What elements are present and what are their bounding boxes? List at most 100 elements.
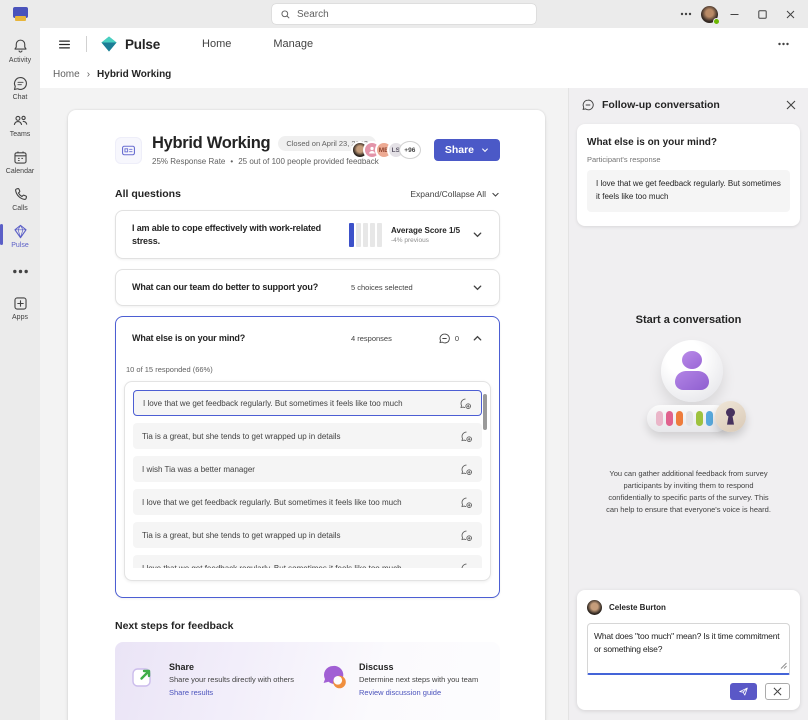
- avatar-overflow-count[interactable]: +96: [399, 141, 421, 159]
- score-bar: [349, 223, 354, 247]
- start-conversation-icon[interactable]: [459, 397, 472, 410]
- sidebar-item-apps[interactable]: Apps: [0, 290, 40, 325]
- breadcrumb-separator: ›: [87, 69, 90, 80]
- header-more-button[interactable]: [777, 42, 790, 46]
- sidebar-item-chat[interactable]: Chat: [0, 70, 40, 105]
- scrollbar-thumb[interactable]: [483, 394, 487, 430]
- resize-handle-icon[interactable]: [780, 662, 787, 669]
- search-box[interactable]: [272, 4, 536, 24]
- breadcrumb-current: Hybrid Working: [97, 69, 171, 80]
- pulse-diamond-icon: [12, 223, 29, 240]
- illustration-figure: [706, 411, 713, 426]
- panel-question: What else is on your mind?: [587, 137, 790, 148]
- sidebar-item-pulse[interactable]: Pulse: [0, 218, 40, 253]
- collapse-question-button[interactable]: [472, 333, 483, 344]
- response-row[interactable]: I love that we get feedback regularly. B…: [133, 390, 482, 416]
- response-row[interactable]: I love that we get feedback regularly. B…: [133, 489, 482, 515]
- message-input[interactable]: What does "too much" mean? Is it time co…: [587, 623, 790, 675]
- participant-response-text: I love that we get feedback regularly. B…: [587, 170, 790, 212]
- question-card-support[interactable]: What can our team do better to support y…: [115, 269, 500, 306]
- more-dots-icon: [680, 12, 692, 16]
- maximize-icon: [758, 10, 767, 19]
- tab-manage[interactable]: Manage: [273, 38, 313, 50]
- response-row[interactable]: I love that we get feedback regularly. B…: [133, 555, 482, 568]
- close-button[interactable]: [778, 2, 802, 26]
- maximize-button[interactable]: [750, 2, 774, 26]
- sidebar-item-label: Activity: [9, 57, 31, 64]
- sidebar-item-label: Apps: [12, 314, 28, 321]
- sidebar-item-calls[interactable]: Calls: [0, 181, 40, 216]
- start-conversation-icon[interactable]: [460, 562, 473, 569]
- question-header[interactable]: What else is on your mind? 4 responses 0: [116, 317, 499, 359]
- question-text: I am able to cope effectively with work-…: [132, 222, 337, 247]
- share-results-link[interactable]: Share results: [169, 688, 319, 697]
- panel-title: Follow-up conversation: [602, 99, 720, 111]
- more-dots-icon: [777, 42, 790, 46]
- header-divider: [86, 36, 87, 52]
- participant-avatars[interactable]: MB LS +96: [351, 141, 421, 159]
- hamburger-menu-button[interactable]: [57, 37, 72, 52]
- close-icon: [773, 687, 782, 696]
- illustration-figure: [656, 411, 663, 426]
- sidebar-item-teams[interactable]: Teams: [0, 107, 40, 142]
- user-avatar[interactable]: [701, 6, 718, 23]
- composer-textarea-wrap: What does "too much" mean? Is it time co…: [587, 623, 790, 675]
- app-header: Pulse Home Manage: [40, 28, 808, 60]
- teams-app-icon[interactable]: [13, 7, 28, 22]
- minimize-button[interactable]: [722, 2, 746, 26]
- minimize-icon: [730, 10, 739, 19]
- titlebar-more-button[interactable]: [675, 12, 697, 16]
- main-content-area: Hybrid Working Closed on April 23, 2023 …: [40, 88, 568, 720]
- breadcrumb-home-link[interactable]: Home: [53, 69, 80, 80]
- calendar-icon: [12, 149, 29, 166]
- comment-bubble-icon[interactable]: [438, 332, 451, 345]
- next-step-description: Share your results directly with others: [169, 675, 319, 684]
- question-header-actions: 0: [438, 332, 483, 345]
- sidebar-item-activity[interactable]: Activity: [0, 33, 40, 68]
- survey-subtitle: 25% Response Rate • 25 out of 100 people…: [152, 157, 351, 166]
- response-row[interactable]: I wish Tia was a better manager: [133, 456, 482, 482]
- tab-home[interactable]: Home: [202, 38, 231, 50]
- question-text: What else is on your mind?: [132, 332, 337, 345]
- titlebar-controls: [675, 0, 802, 28]
- survey-icon-box: [115, 137, 142, 164]
- participant-response-card: What else is on your mind? Participant's…: [577, 124, 800, 226]
- score-bar: [377, 223, 382, 247]
- expand-question-button[interactable]: [472, 229, 483, 240]
- send-button[interactable]: [730, 683, 757, 700]
- conversation-bubble-icon: [581, 98, 595, 112]
- activity-bell-icon: [12, 38, 29, 55]
- apps-icon: [12, 295, 29, 312]
- start-conversation-icon[interactable]: [460, 430, 473, 443]
- start-conversation-icon[interactable]: [460, 463, 473, 476]
- next-step-text: Share Share your results directly with o…: [169, 662, 319, 720]
- search-icon: [280, 9, 291, 20]
- sidebar-item-calendar[interactable]: Calendar: [0, 144, 40, 179]
- search-input[interactable]: [297, 9, 497, 20]
- panel-close-button[interactable]: [786, 100, 796, 110]
- cancel-button[interactable]: [765, 683, 790, 700]
- expand-collapse-all-button[interactable]: Expand/Collapse All: [410, 189, 500, 199]
- next-step-title: Discuss: [359, 662, 509, 672]
- response-row[interactable]: Tia is a great, but she tends to get wra…: [133, 423, 482, 449]
- start-conversation-icon[interactable]: [460, 496, 473, 509]
- share-button[interactable]: Share: [434, 139, 500, 161]
- all-questions-row: All questions Expand/Collapse All: [115, 188, 500, 200]
- sidebar-more-button[interactable]: [0, 255, 40, 288]
- sidebar-item-label: Calls: [12, 205, 28, 212]
- expand-question-button[interactable]: [472, 282, 483, 293]
- start-conversation-icon[interactable]: [460, 529, 473, 542]
- panel-header: Follow-up conversation: [569, 88, 808, 122]
- review-discussion-guide-link[interactable]: Review discussion guide: [359, 688, 509, 697]
- responses-card: I love that we get feedback regularly. B…: [124, 381, 491, 581]
- message-composer-card: Celeste Burton What does "too much" mean…: [577, 590, 800, 710]
- survey-card: Hybrid Working Closed on April 23, 2023 …: [68, 110, 545, 720]
- responded-label: 10 of 15 responded (66%): [126, 365, 499, 374]
- next-step-share: Share Share your results directly with o…: [129, 662, 319, 720]
- response-row[interactable]: Tia is a great, but she tends to get wra…: [133, 522, 482, 548]
- send-plane-icon: [738, 686, 749, 697]
- question-card-stress[interactable]: I am able to cope effectively with work-…: [115, 210, 500, 259]
- share-button-label: Share: [445, 144, 474, 156]
- close-icon: [786, 10, 795, 19]
- teams-people-icon: [12, 112, 29, 129]
